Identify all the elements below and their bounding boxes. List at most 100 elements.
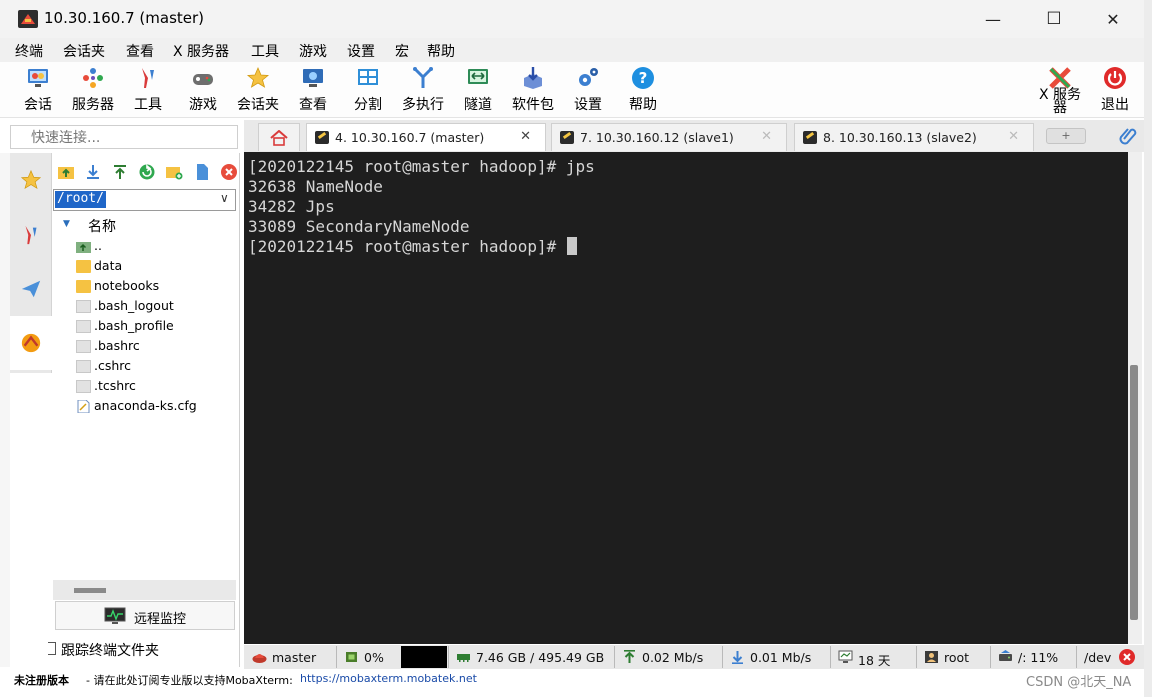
attach-icon[interactable]	[1118, 125, 1138, 145]
browser-scroll-thumb[interactable]	[74, 588, 106, 593]
redhat-icon	[252, 654, 267, 663]
tools-icon	[25, 225, 37, 245]
tunneling-button[interactable]: 隧道	[452, 66, 504, 114]
new-tab-button[interactable]: +	[1046, 128, 1086, 144]
sessions-button[interactable]: 会话夹	[232, 66, 284, 114]
tunnel-icon	[468, 69, 488, 84]
multiexec-button[interactable]: 多执行	[397, 66, 449, 114]
view-button[interactable]: 查看	[287, 66, 339, 114]
servers-icon	[83, 68, 103, 88]
upload-arrow-icon	[624, 650, 635, 663]
gamepad-icon	[193, 74, 213, 85]
session-label: 会话	[24, 97, 52, 113]
exit-label: 退出	[1101, 97, 1129, 113]
split-label: 分割	[354, 97, 382, 113]
menu-bar	[0, 38, 1144, 62]
help-button[interactable]: ? 帮助	[617, 66, 669, 114]
status-memory-text: 7.46 GB / 495.49 GB	[476, 650, 605, 665]
new-folder-icon[interactable]	[165, 163, 183, 181]
menu-sessions[interactable]: 会话夹	[63, 41, 105, 61]
new-file-icon[interactable]	[193, 163, 211, 181]
chevron-down-icon[interactable]: ∨	[220, 191, 229, 205]
parent-folder-icon	[76, 242, 91, 253]
servers-label: 服务器	[72, 97, 114, 113]
terminal-scroll-thumb[interactable]	[1130, 365, 1138, 620]
watermark: CSDN @北天_NA	[1026, 675, 1132, 690]
refresh-icon[interactable]	[138, 163, 156, 181]
view-icon	[303, 69, 323, 87]
terminal-tab-icon	[560, 131, 574, 144]
split-icon	[358, 69, 378, 85]
star-icon	[20, 169, 42, 190]
file-name: .bash_profile	[94, 318, 174, 333]
folder-up-icon[interactable]	[57, 163, 75, 181]
tools-button[interactable]: 工具	[122, 66, 174, 114]
menu-macros[interactable]: 宏	[395, 41, 409, 61]
sessions-label: 会话夹	[237, 97, 279, 113]
status-dev: /dev	[1078, 646, 1118, 668]
follow-folder-checkbox[interactable]	[48, 642, 56, 655]
sidebar-tab-macros[interactable]	[10, 262, 52, 316]
maximize-button[interactable]: ☐	[1031, 0, 1077, 38]
close-tab-icon[interactable]: ✕	[761, 129, 772, 144]
tab-slave2-label: 8. 10.30.160.13 (slave2)	[823, 130, 977, 145]
tools-label: 工具	[134, 97, 162, 113]
download-icon[interactable]	[84, 163, 102, 181]
tab-slave1[interactable]: 7. 10.30.160.12 (slave1) ✕	[551, 123, 787, 151]
config-file-icon	[77, 400, 90, 413]
sidebar-tab-sessions[interactable]	[10, 153, 52, 207]
home-tab[interactable]	[258, 123, 300, 151]
sidebar-tab-sftp[interactable]	[10, 316, 52, 370]
file-name: .bash_logout	[94, 298, 174, 313]
terminal[interactable]: [2020122145 root@master hadoop]# jps 326…	[244, 152, 1128, 644]
split-button[interactable]: 分割	[342, 66, 394, 114]
xserver-button[interactable]: X 服务 器	[1034, 66, 1086, 120]
mobaxterm-link[interactable]: https://mobaxterm.mobatek.net	[300, 672, 477, 685]
packages-button[interactable]: 软件包	[507, 66, 559, 114]
delete-icon[interactable]	[220, 163, 238, 181]
name-column-header[interactable]: 名称	[88, 216, 116, 236]
settings-button[interactable]: 设置	[562, 66, 614, 114]
quick-connect-input[interactable]: 快速连接...	[10, 125, 238, 149]
power-icon	[1104, 67, 1126, 89]
packages-label: 软件包	[512, 97, 554, 113]
menu-help[interactable]: 帮助	[427, 41, 455, 61]
file-name: .cshrc	[94, 358, 132, 373]
close-tab-icon[interactable]: ✕	[1008, 129, 1019, 144]
tab-slave2[interactable]: 8. 10.30.160.13 (slave2) ✕	[794, 123, 1034, 151]
tools-icon	[142, 68, 154, 88]
terminal-line: 34282 Jps	[248, 197, 335, 216]
status-dev-text: /dev	[1084, 650, 1112, 665]
status-download: 0.01 Mb/s	[724, 646, 830, 668]
settings-label: 设置	[574, 97, 602, 113]
session-button[interactable]: 会话	[12, 66, 64, 114]
home-icon	[270, 130, 288, 146]
servers-button[interactable]: 服务器	[67, 66, 119, 114]
menu-games[interactable]: 游戏	[299, 41, 327, 61]
file-name: notebooks	[94, 278, 160, 293]
remote-monitoring-button[interactable]: 远程监控	[55, 601, 235, 630]
terminal-line: 33089 SecondaryNameNode	[248, 217, 470, 236]
sort-caret-icon[interactable]: ▼	[63, 219, 70, 229]
close-button[interactable]: ✕	[1090, 0, 1136, 38]
exit-button[interactable]: 退出	[1089, 66, 1141, 114]
menu-xserver[interactable]: X 服务器	[173, 41, 229, 61]
help-label: 帮助	[629, 97, 657, 113]
games-button[interactable]: 游戏	[177, 66, 229, 114]
multiexec-label: 多执行	[402, 97, 444, 113]
status-divider	[336, 646, 337, 668]
xserver-label-line2: 器	[1053, 100, 1067, 116]
status-download-text: 0.01 Mb/s	[750, 650, 812, 665]
tab-master[interactable]: 4. 10.30.160.7 (master) ✕	[306, 123, 546, 151]
menu-settings[interactable]: 设置	[347, 41, 375, 61]
sidebar-tab-tools[interactable]	[10, 208, 52, 262]
package-icon	[524, 67, 542, 89]
minimize-button[interactable]: —	[970, 0, 1016, 38]
menu-terminal[interactable]: 终端	[15, 41, 43, 61]
remote-monitoring-label: 远程监控	[134, 612, 187, 627]
close-tab-icon[interactable]: ✕	[520, 129, 531, 144]
menu-tools[interactable]: 工具	[251, 41, 279, 61]
upload-icon[interactable]	[111, 163, 129, 181]
close-session-icon[interactable]	[1118, 648, 1136, 666]
menu-view[interactable]: 查看	[126, 41, 154, 61]
